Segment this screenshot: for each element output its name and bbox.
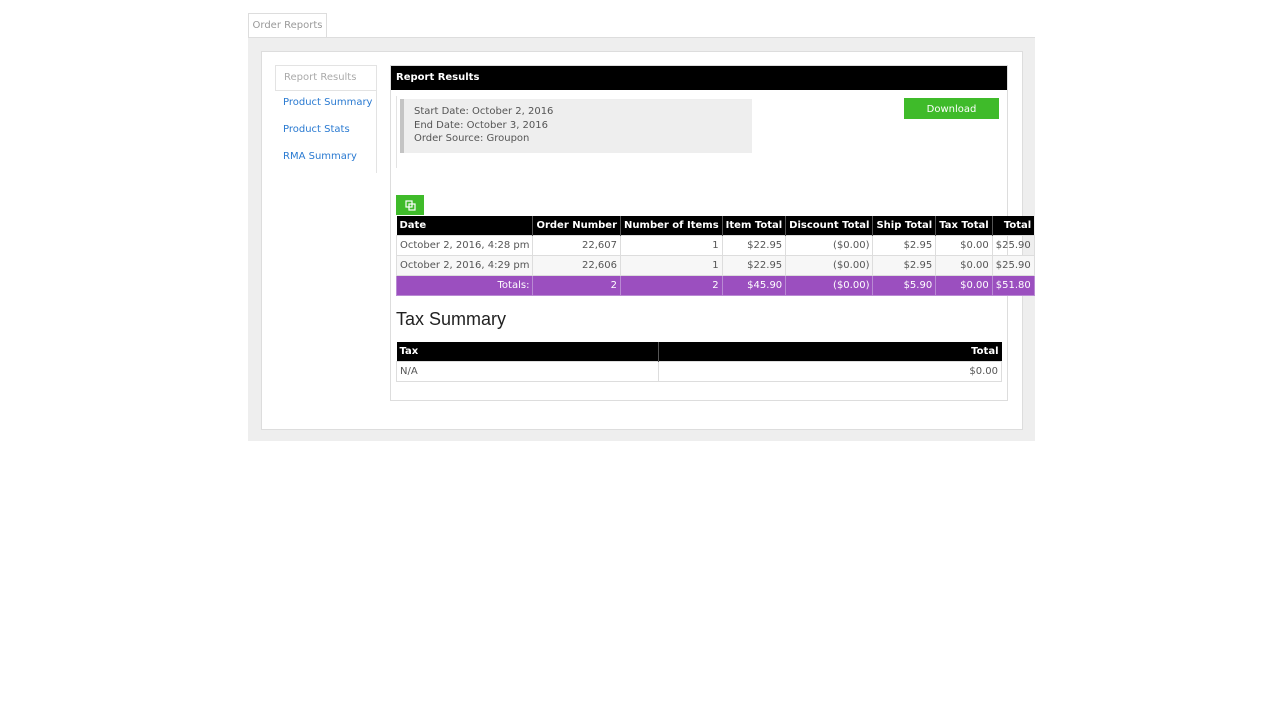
cell: October 2, 2016, 4:29 pm: [395, 255, 534, 276]
table-row: October 2, 2016, 4:28 pm 22,607 1 $22.95…: [395, 235, 1035, 256]
sidenav-item-rma-summary[interactable]: RMA Summary: [275, 145, 376, 172]
copy-button[interactable]: [396, 195, 424, 215]
col-order-number[interactable]: Order Number: [532, 216, 621, 236]
report-sidenav: Report Results Product Summary Product S…: [275, 65, 377, 173]
download-results-button[interactable]: Download Results: [904, 98, 999, 136]
sidenav-item-product-summary[interactable]: Product Summary: [275, 91, 376, 118]
cell: $25.90: [991, 255, 1035, 276]
end-date: End Date: October 3, 2016: [414, 119, 548, 131]
cell: $0.00: [935, 275, 993, 296]
table-row: N/A $0.00: [396, 361, 1002, 382]
cell: $2.95: [872, 235, 937, 256]
col-number-of-items[interactable]: Number of Items: [620, 216, 723, 236]
report-results-panel: Report Results Start Date: October 2, 20…: [390, 65, 1035, 401]
panel-title: Report Results: [391, 66, 1007, 90]
tab-content: Report Results Product Summary Product S…: [248, 37, 1035, 441]
cell: $22.95: [721, 255, 787, 276]
cell: N/A: [396, 361, 659, 382]
cell: $0.00: [657, 361, 1002, 382]
cell: 22,607: [532, 235, 622, 256]
cell: 2: [620, 275, 723, 296]
table-row: October 2, 2016, 4:29 pm 22,606 1 $22.95…: [395, 255, 1035, 276]
cell: $45.90: [721, 275, 787, 296]
cell: $25.90: [991, 235, 1035, 256]
divider: [396, 96, 397, 168]
totals-label: Totals:: [395, 275, 534, 296]
cell: 2: [532, 275, 622, 296]
orders-table: Date Order Number Number of Items Item T…: [395, 216, 1035, 296]
cell: $22.95: [721, 235, 787, 256]
cell: ($0.00): [785, 235, 874, 256]
cell: $5.90: [872, 275, 937, 296]
cell: $2.95: [872, 255, 937, 276]
report-container: Report Results Product Summary Product S…: [261, 51, 1035, 430]
cell: October 2, 2016, 4:28 pm: [395, 235, 534, 256]
col-tax[interactable]: Tax: [396, 342, 658, 362]
col-item-total[interactable]: Item Total: [721, 216, 786, 236]
cell: $51.80: [991, 275, 1035, 296]
report-info-box: Start Date: October 2, 2016 End Date: Oc…: [400, 99, 752, 153]
cell: 1: [620, 255, 723, 276]
copy-icon: [404, 199, 416, 211]
cell: 22,606: [532, 255, 622, 276]
tab-order-reports[interactable]: Order Reports: [248, 13, 327, 38]
col-tax-total[interactable]: Total: [657, 342, 1002, 362]
col-tax-total[interactable]: Tax Total: [935, 216, 993, 236]
col-discount-total[interactable]: Discount Total: [785, 216, 873, 236]
col-ship-total[interactable]: Ship Total: [872, 216, 936, 236]
col-total[interactable]: Total: [991, 216, 1035, 236]
col-date[interactable]: Date: [396, 216, 533, 236]
tax-summary-table: Tax Total N/A $0.00: [396, 342, 1002, 382]
start-date: Start Date: October 2, 2016: [414, 106, 554, 117]
sidenav-item-product-stats[interactable]: Product Stats: [275, 118, 376, 145]
cell: ($0.00): [785, 275, 874, 296]
cell: $0.00: [935, 255, 993, 276]
order-source: Order Source: Groupon: [414, 133, 530, 144]
cell: ($0.00): [785, 255, 874, 276]
tax-summary-heading: Tax Summary: [396, 309, 507, 329]
sidenav-item-report-results[interactable]: Report Results: [275, 65, 376, 91]
cell: 1: [620, 235, 723, 256]
totals-row: Totals: 2 2 $45.90 ($0.00) $5.90 $0.00 $…: [395, 275, 1035, 296]
cell: $0.00: [935, 235, 993, 256]
